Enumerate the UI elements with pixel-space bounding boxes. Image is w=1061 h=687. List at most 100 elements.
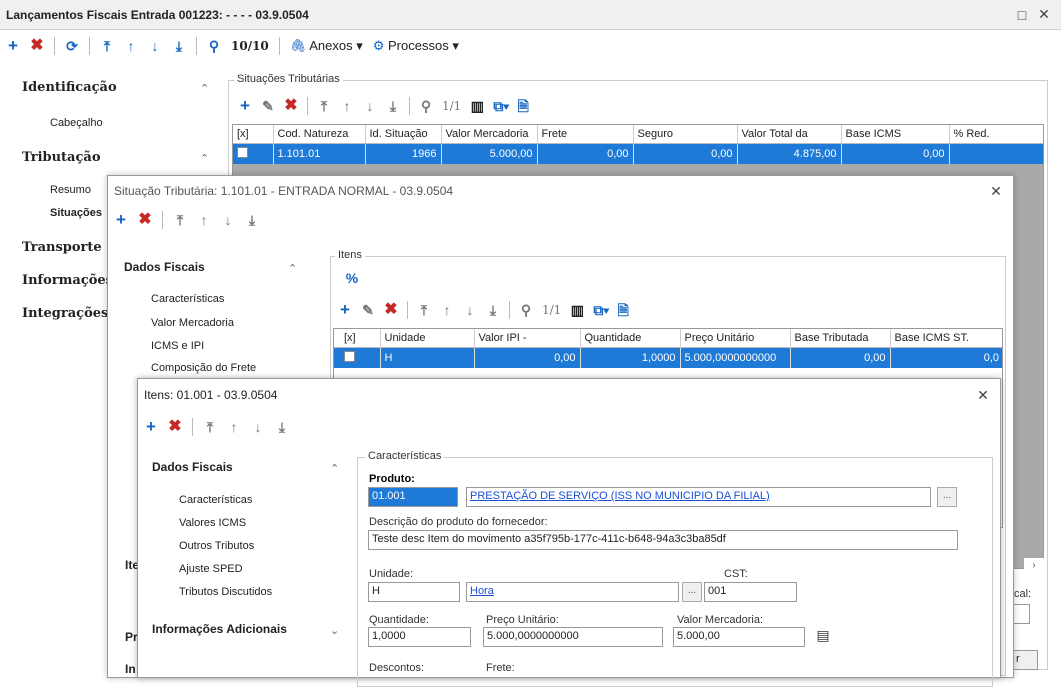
columns-icon[interactable]: ▥ (470, 99, 484, 113)
unidade-desc-field[interactable]: Hora (466, 582, 679, 602)
last-icon[interactable]: ⤓ (275, 420, 289, 434)
close-icon[interactable]: ✕ (1033, 6, 1055, 23)
nav-item[interactable]: Ajuste SPED (179, 563, 243, 575)
previous-icon[interactable]: ↑ (124, 39, 138, 53)
nav-item[interactable]: Tributos Discutidos (179, 586, 272, 598)
nav-resumo[interactable]: Resumo (50, 184, 91, 196)
produto-lookup-button[interactable]: ... (937, 487, 957, 507)
previous-icon[interactable]: ↑ (340, 99, 354, 113)
close-icon[interactable]: ✕ (985, 183, 1007, 200)
delete-icon[interactable]: ✖ (30, 38, 44, 54)
last-icon[interactable]: ⤓ (245, 213, 259, 227)
valor-mercadoria-field[interactable]: 5.000,00 (673, 627, 805, 647)
next-icon[interactable]: ↓ (463, 303, 477, 317)
next-icon[interactable]: ↓ (363, 99, 377, 113)
nav-integracoes[interactable]: Integrações (22, 306, 108, 321)
calculator-icon[interactable]: ▤ (813, 627, 833, 647)
last-icon[interactable]: ⤓ (386, 99, 400, 113)
percent-icon[interactable]: % (345, 271, 359, 285)
col-header[interactable]: Cod. Natureza (273, 125, 366, 144)
table-row[interactable]: 1.101.01 1966 5.000,00 0,00 0,00 4.875,0… (233, 143, 1043, 164)
add-icon[interactable]: + (114, 211, 128, 228)
col-header[interactable]: Valor Total da (737, 125, 842, 144)
nav-item[interactable]: Composição do Frete (151, 362, 256, 374)
nav-cabecalho[interactable]: Cabeçalho (50, 117, 103, 129)
report-icon[interactable]: 🗎 (516, 99, 530, 113)
col-header[interactable]: Base ICMS (841, 125, 950, 144)
first-icon[interactable]: ⤒ (173, 213, 187, 227)
quantidade-field[interactable]: 1,0000 (368, 627, 471, 647)
section-informacoes-adicionais[interactable]: Informações Adicionais (152, 622, 287, 636)
nav-item[interactable]: Características (151, 293, 224, 305)
chevron-up-icon[interactable]: ⌃ (288, 262, 297, 275)
section-dados-fiscais[interactable]: Dados Fiscais (124, 260, 205, 274)
col-header[interactable]: [x] (334, 329, 381, 348)
section-dados-fiscais[interactable]: Dados Fiscais (152, 460, 233, 474)
nav-item[interactable]: Características (179, 494, 252, 506)
search-icon[interactable]: ⚲ (519, 303, 533, 317)
checkbox[interactable] (344, 351, 355, 362)
search-icon[interactable]: ⚲ (207, 39, 221, 53)
refresh-icon[interactable]: ⟳ (65, 39, 79, 53)
first-icon[interactable]: ⤒ (203, 420, 217, 434)
col-header[interactable]: Id. Situação (365, 125, 442, 144)
col-header[interactable]: Base ICMS ST. (890, 329, 1002, 348)
processos-menu[interactable]: ⚙ Processos ▾ (373, 38, 459, 54)
nav-tributacao[interactable]: Tributação (22, 150, 101, 165)
desc-field[interactable]: Teste desc Item do movimento a35f795b-17… (368, 530, 958, 550)
checkbox[interactable] (237, 147, 248, 158)
report-icon[interactable]: 🗎 (616, 303, 630, 317)
col-header[interactable]: Valor IPI - (474, 329, 581, 348)
unidade-code-field[interactable]: H (368, 582, 460, 602)
nav-identificacao[interactable]: Identificação (22, 80, 117, 95)
export-icon[interactable]: ⧉▾ (493, 99, 509, 113)
nav-transporte[interactable]: Transporte (22, 240, 102, 255)
first-icon[interactable]: ⤒ (417, 303, 431, 317)
col-header[interactable]: % Red. (949, 125, 1043, 144)
produto-desc-link[interactable]: PRESTAÇÃO DE SERVIÇO (ISS NO MUNICIPIO D… (470, 490, 770, 502)
scroll-right-icon[interactable]: › (1024, 558, 1044, 578)
col-header[interactable]: Seguro (633, 125, 738, 144)
delete-icon[interactable]: ✖ (284, 98, 298, 114)
maximize-icon[interactable]: □ (1011, 7, 1033, 23)
col-header[interactable]: Preço Unitário (680, 329, 791, 348)
col-header[interactable]: Unidade (380, 329, 475, 348)
add-icon[interactable]: + (6, 37, 20, 54)
delete-icon[interactable]: ✖ (168, 419, 182, 435)
previous-icon[interactable]: ↑ (197, 213, 211, 227)
nav-item[interactable]: ICMS e IPI (151, 340, 204, 352)
fragment-button[interactable]: r (1012, 650, 1038, 670)
delete-icon[interactable]: ✖ (384, 302, 398, 318)
col-header[interactable]: [x] (233, 125, 274, 144)
edit-icon[interactable]: ✎ (361, 303, 375, 317)
nav-item[interactable]: Valores ICMS (179, 517, 246, 529)
next-icon[interactable]: ↓ (148, 39, 162, 53)
col-header[interactable]: Frete (537, 125, 634, 144)
fragment-input[interactable] (1012, 604, 1030, 624)
first-icon[interactable]: ⤒ (100, 39, 114, 53)
produto-code-field[interactable]: 01.001 (368, 487, 458, 507)
chevron-up-icon[interactable]: ⌃ (200, 82, 209, 95)
edit-icon[interactable]: ✎ (261, 99, 275, 113)
col-header[interactable]: Valor Mercadoria (441, 125, 538, 144)
unidade-desc-link[interactable]: Hora (470, 585, 494, 597)
export-icon[interactable]: ⧉▾ (593, 303, 609, 317)
col-header[interactable]: Base Tributada (790, 329, 891, 348)
add-icon[interactable]: + (338, 301, 352, 318)
cst-field[interactable]: 001 (704, 582, 797, 602)
anexos-menu[interactable]: 🖇 Anexos ▾ (290, 38, 363, 54)
chevron-up-icon[interactable]: ⌃ (200, 152, 209, 165)
row-checkbox[interactable] (334, 347, 381, 368)
first-icon[interactable]: ⤒ (317, 99, 331, 113)
nav-situacoes[interactable]: Situações (50, 207, 102, 219)
unidade-lookup-button[interactable]: ... (682, 582, 702, 602)
col-header[interactable]: Quantidade (580, 329, 681, 348)
search-icon[interactable]: ⚲ (419, 99, 433, 113)
preco-field[interactable]: 5.000,0000000000 (483, 627, 663, 647)
row-checkbox[interactable] (233, 143, 274, 164)
nav-item[interactable]: Valor Mercadoria (151, 317, 234, 329)
previous-icon[interactable]: ↑ (227, 420, 241, 434)
delete-icon[interactable]: ✖ (138, 212, 152, 228)
nav-item[interactable]: Outros Tributos (179, 540, 254, 552)
chevron-down-icon[interactable]: ⌄ (330, 624, 339, 637)
